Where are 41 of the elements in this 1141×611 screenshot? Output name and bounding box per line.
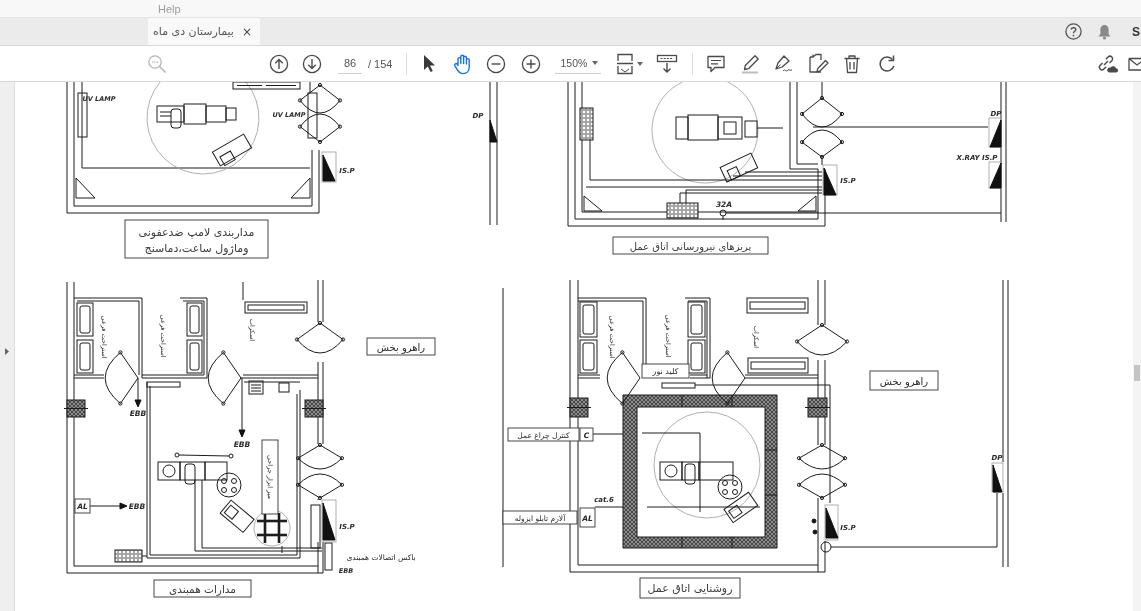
panel-symbol-icon (321, 499, 337, 543)
zoom-out-icon[interactable] (486, 53, 507, 74)
boxed-label: راهرو بخش (366, 337, 436, 356)
plan-caption: مدارات همبندی (153, 579, 252, 598)
boxed-label: راهرو بخش (869, 370, 939, 391)
plan-caption: مداربندی لامپ ضدعفونی وماژول ساعت،دماسنج (124, 219, 269, 259)
panel-symbol-icon (988, 161, 1002, 189)
plan-caption: روشنایی اتاق عمل (639, 577, 741, 599)
link-cloud-icon[interactable] (1096, 53, 1118, 74)
scroll-mode-icon[interactable] (656, 53, 679, 74)
pen-nib-icon[interactable] (772, 53, 795, 74)
trash-icon[interactable] (843, 53, 862, 74)
pointer-icon[interactable] (422, 54, 437, 73)
document-tab[interactable]: بیمارستان دی ماه × (148, 18, 260, 45)
comment-icon[interactable] (706, 53, 727, 74)
panel-symbol-icon (991, 462, 1004, 493)
caret-icon (592, 61, 599, 65)
panel-symbol-icon (489, 119, 498, 143)
fit-page-icon[interactable] (616, 52, 635, 75)
panel-symbol-icon (824, 504, 839, 541)
bell-icon[interactable] (1097, 23, 1112, 40)
arrow-down-icon[interactable] (302, 53, 322, 74)
expand-arrow-icon[interactable] (5, 348, 9, 355)
scrollbar-thumb[interactable] (1134, 365, 1140, 381)
caret-icon[interactable] (637, 61, 644, 66)
boxed-label: کلید نور (641, 363, 690, 379)
highlighter-icon[interactable] (740, 53, 761, 74)
plan-caption: پریزهای نیرورسانی اتاق عمل (612, 236, 769, 255)
page-edit-icon[interactable] (807, 53, 830, 74)
mail-icon[interactable] (1128, 55, 1141, 72)
page-count: / 154 (368, 57, 393, 70)
panel-symbol-icon (822, 164, 838, 196)
panel-symbol-icon (988, 117, 1002, 148)
arrow-up-icon[interactable] (269, 53, 289, 74)
help-icon[interactable] (1065, 23, 1082, 40)
zoom-in-icon[interactable] (521, 53, 542, 74)
panel-symbol-icon (321, 151, 337, 183)
account-label[interactable]: S (1132, 24, 1141, 39)
close-button[interactable]: × (241, 24, 252, 39)
zoom-dropdown[interactable]: 150% (555, 53, 602, 74)
scrollbar[interactable] (1133, 82, 1141, 611)
